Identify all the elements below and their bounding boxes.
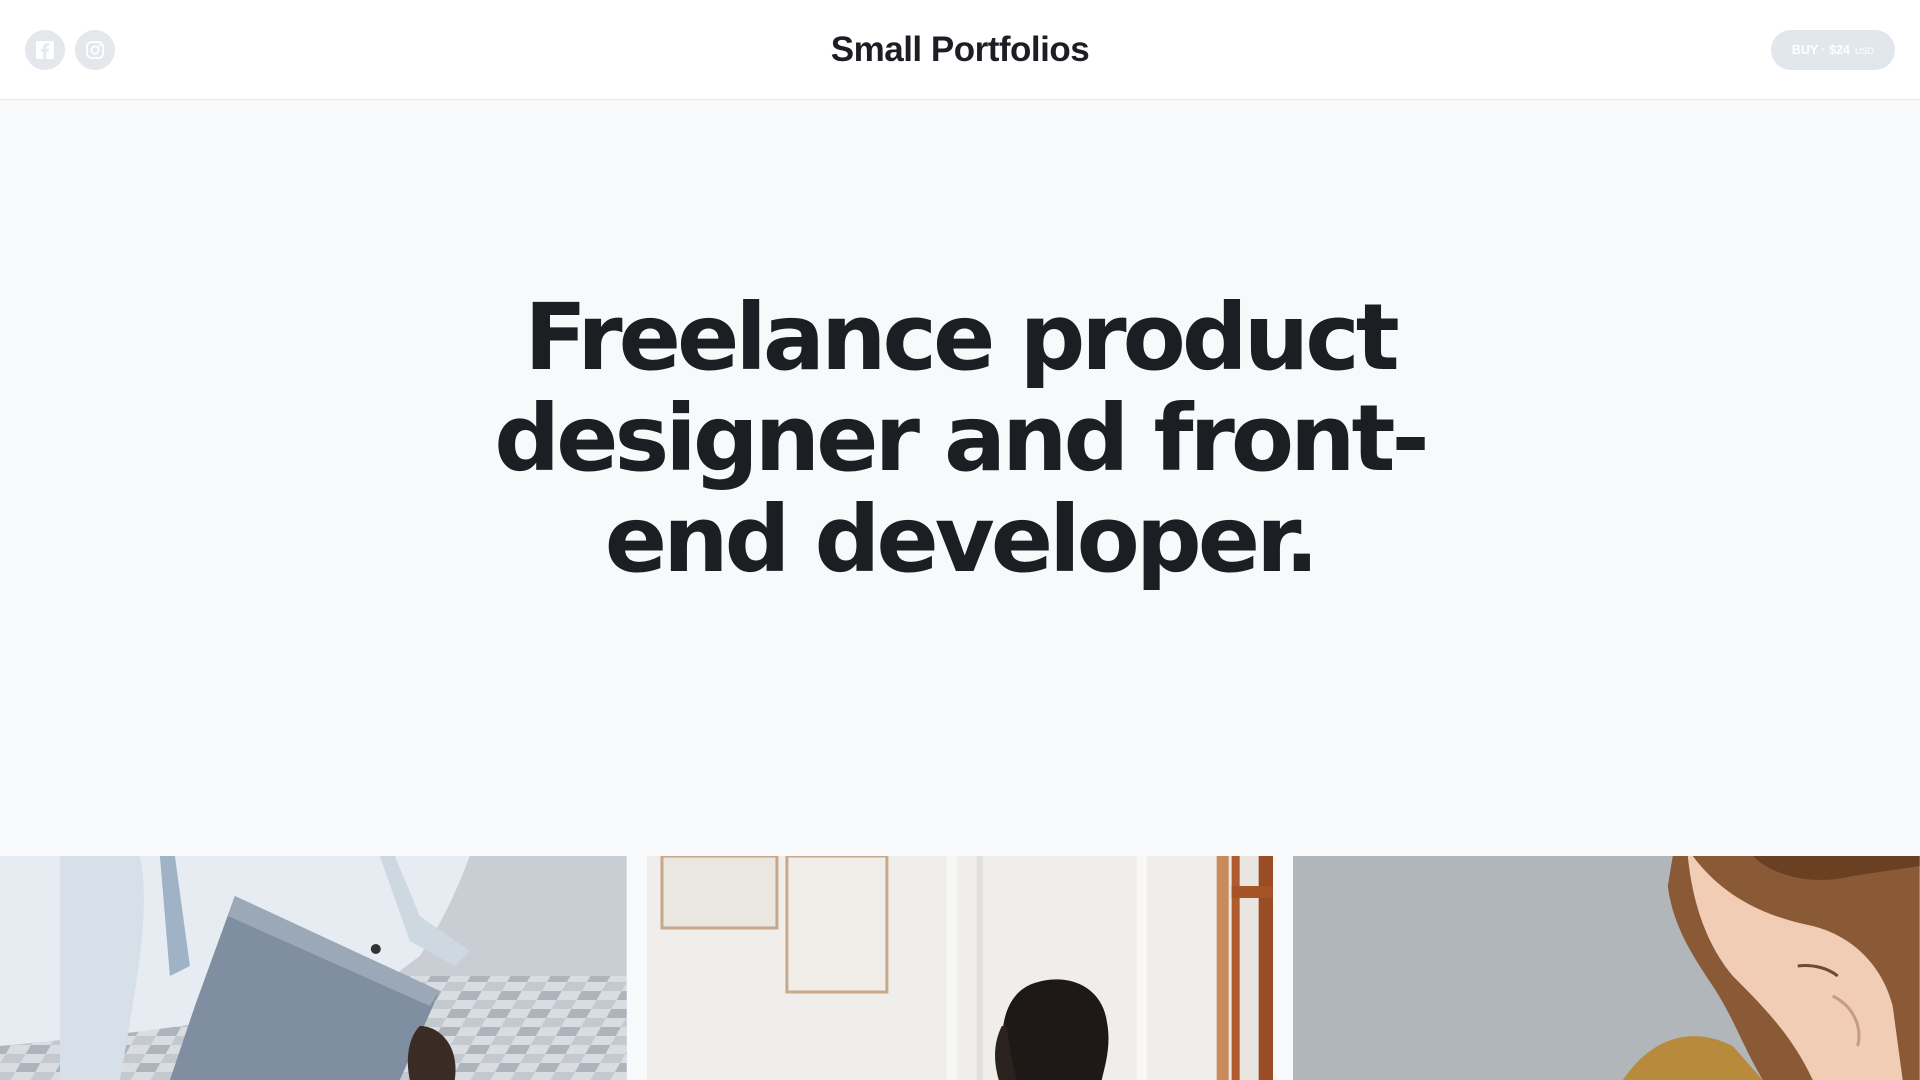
project-tile-studio[interactable]	[646, 856, 1274, 1080]
project-tile-portrait[interactable]	[1293, 856, 1920, 1080]
portrait-photo	[1293, 856, 1920, 1080]
hero-heading: Freelance product designer and front-end…	[494, 284, 1429, 593]
buy-button-label: BUY · $24	[1791, 43, 1850, 57]
buy-button-currency: USD	[1854, 46, 1874, 56]
project-gallery	[0, 856, 1920, 1080]
project-tile-laptop[interactable]	[0, 856, 627, 1080]
facebook-link[interactable]	[25, 30, 65, 70]
social-links	[25, 30, 115, 70]
facebook-icon	[35, 40, 55, 60]
instagram-link[interactable]	[75, 30, 115, 70]
site-header: Small Portfolios BUY · $24 USD	[0, 0, 1920, 100]
hero-section: Freelance product designer and front-end…	[0, 101, 1920, 856]
site-title: Small Portfolios	[830, 30, 1090, 69]
laptop-photo	[0, 856, 627, 1080]
buy-button[interactable]: BUY · $24 USD	[1770, 30, 1895, 70]
instagram-icon	[85, 40, 105, 60]
studio-photo	[646, 856, 1274, 1080]
